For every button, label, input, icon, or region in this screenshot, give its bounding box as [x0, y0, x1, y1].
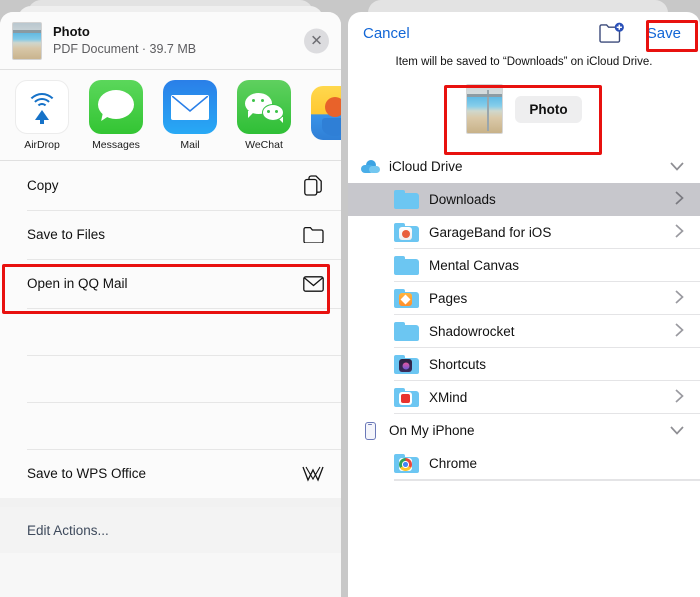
folder-label: Mental Canvas	[429, 258, 520, 273]
folder-row-pages[interactable]: Pages	[348, 282, 700, 315]
action-label: Copy	[27, 178, 59, 193]
action-label: Save to WPS Office	[27, 466, 147, 481]
document-thumbnail	[12, 21, 42, 60]
folder-row-downloads[interactable]: Downloads	[348, 183, 700, 216]
share-actions-list: Copy Save to Files Open in QQ Mail Save …	[0, 161, 341, 498]
wechat-icon	[237, 79, 291, 134]
folder-icon	[394, 289, 419, 308]
chevron-right-icon[interactable]	[675, 223, 684, 242]
new-folder-icon[interactable]	[599, 22, 625, 44]
share-app-messages[interactable]: Messages	[88, 79, 144, 151]
folder-label: Shortcuts	[429, 357, 487, 372]
actions-separator	[0, 498, 341, 507]
chevron-right-icon[interactable]	[675, 388, 684, 407]
share-app-partial[interactable]	[310, 85, 341, 145]
folder-row-garageband-for-ios[interactable]: GarageBand for iOS	[348, 216, 700, 249]
action-row-copy[interactable]: Copy	[0, 161, 341, 210]
chevron-down-icon[interactable]	[670, 159, 684, 174]
folder-label: XMind	[429, 390, 468, 405]
document-subtitle: PDF Document · 39.7 MB	[53, 41, 197, 56]
folder-label: Pages	[429, 291, 468, 306]
action-row-save-to-wps-office[interactable]: Save to WPS Office	[0, 449, 341, 498]
share-app-wechat[interactable]: WeChat	[236, 79, 292, 151]
copy-icon	[302, 175, 324, 197]
folder-label: Chrome	[429, 456, 478, 471]
messages-icon	[89, 79, 143, 134]
chevron-right-icon[interactable]	[675, 289, 684, 308]
folder-row-mental-canvas[interactable]: Mental Canvas	[348, 249, 700, 282]
share-app-label: Messages	[92, 138, 140, 151]
folder-icon	[394, 190, 419, 209]
mail-flap	[172, 95, 208, 112]
chevron-right-icon[interactable]	[675, 322, 684, 341]
folder-icon	[302, 224, 324, 246]
icloud-icon	[359, 160, 381, 173]
partial-app-icon	[311, 85, 341, 140]
action-row-blank[interactable]	[0, 308, 341, 355]
location-row-on-my-iphone[interactable]: On My iPhone	[348, 414, 700, 447]
action-label: Open in QQ Mail	[27, 276, 128, 291]
photo-thumbnail	[466, 84, 504, 134]
action-row-save-to-files[interactable]: Save to Files	[0, 210, 341, 259]
document-title: Photo	[53, 23, 90, 39]
item-name-field[interactable]: Photo	[515, 95, 582, 123]
edit-actions-button[interactable]: Edit Actions...	[0, 507, 341, 553]
folder-label: Downloads	[429, 192, 496, 207]
save-destination-note: Item will be saved to “Downloads” on iCl…	[395, 56, 653, 68]
share-app-mail[interactable]: Mail	[162, 79, 218, 151]
files-list-tail	[348, 480, 700, 540]
action-row-open-in-qq-mail[interactable]: Open in QQ Mail	[0, 259, 341, 308]
files-toolbar: Cancel Save	[348, 12, 700, 54]
wps-icon	[302, 463, 324, 485]
action-label: Save to Files	[27, 227, 106, 242]
envelope-icon	[302, 273, 324, 295]
cancel-button[interactable]: Cancel	[363, 25, 410, 42]
share-apps-row: AirDrop Messages Mail WeChat	[0, 70, 341, 161]
folder-icon	[394, 256, 419, 275]
location-label: On My iPhone	[389, 423, 475, 438]
location-row-icloud-drive[interactable]: iCloud Drive	[348, 150, 700, 183]
item-preview: Photo	[348, 77, 700, 150]
document-meta: Photo PDF Document · 39.7 MB	[53, 24, 196, 58]
chevron-right-icon[interactable]	[675, 190, 684, 209]
files-locations-list: iCloud Drive Downloads GarageBand for iO…	[348, 150, 700, 540]
folder-row-shadowrocket[interactable]: Shadowrocket	[348, 315, 700, 348]
location-label: iCloud Drive	[389, 159, 463, 174]
action-row-blank[interactable]	[0, 402, 341, 449]
files-save-panel: Cancel Save Item will be saved to “Downl…	[348, 12, 700, 597]
chevron-down-icon[interactable]	[670, 423, 684, 438]
iphone-icon	[359, 421, 381, 440]
folder-row-shortcuts[interactable]: Shortcuts	[348, 348, 700, 381]
share-app-label: AirDrop	[24, 138, 60, 151]
folder-label: GarageBand for iOS	[429, 225, 552, 240]
screenshot-root: Photo PDF Document · 39.7 MB ✕ AirDrop M…	[0, 0, 700, 597]
share-sheet-panel: Photo PDF Document · 39.7 MB ✕ AirDrop M…	[0, 12, 341, 597]
share-app-label: WeChat	[245, 138, 283, 151]
close-icon[interactable]: ✕	[304, 28, 329, 53]
folder-label: Shadowrocket	[429, 324, 515, 339]
folder-row-chrome[interactable]: Chrome	[348, 447, 700, 480]
share-sheet-header: Photo PDF Document · 39.7 MB ✕	[0, 12, 341, 70]
folder-icon	[394, 355, 419, 374]
airdrop-icon	[15, 79, 69, 134]
folder-icon	[394, 223, 419, 242]
folder-icon	[394, 388, 419, 407]
share-app-label: Mail	[180, 138, 200, 151]
folder-icon	[394, 454, 419, 473]
save-button[interactable]: Save	[643, 23, 685, 44]
mail-icon	[163, 79, 217, 134]
share-app-airdrop[interactable]: AirDrop	[14, 79, 70, 151]
action-row-blank[interactable]	[0, 355, 341, 402]
folder-icon	[394, 322, 419, 341]
folder-row-xmind[interactable]: XMind	[348, 381, 700, 414]
